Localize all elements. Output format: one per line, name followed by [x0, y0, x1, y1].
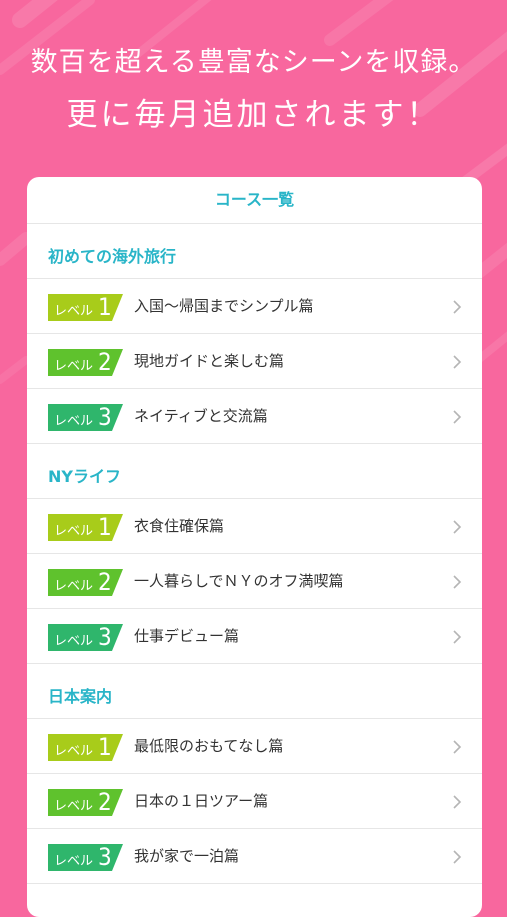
course-row[interactable]: レベル 1 衣食住確保篇: [27, 499, 482, 554]
level-badge: レベル 1: [48, 733, 123, 761]
level-badge-prefix: レベル: [54, 744, 94, 759]
headline-line-1: 数百を超える豊富なシーンを収録。: [30, 47, 477, 78]
course-row-label: 一人暮らしでＮＹのオフ満喫篇: [134, 572, 344, 590]
course-row[interactable]: レベル 3 仕事デビュー篇: [27, 609, 482, 664]
course-row[interactable]: レベル 3 我が家で一泊篇: [27, 829, 482, 884]
level-badge: レベル 3: [48, 843, 123, 871]
course-row-label: 最低限のおもてなし篇: [134, 737, 284, 755]
level-badge: レベル 2: [48, 568, 123, 596]
level-badge: レベル 3: [48, 623, 123, 651]
chevron-right-icon: [453, 519, 462, 534]
section-header: NYライフ: [27, 444, 482, 499]
chevron-right-icon: [453, 849, 462, 864]
course-row-label: 現地ガイドと楽しむ篇: [134, 352, 285, 370]
level-badge-prefix: レベル: [54, 799, 94, 814]
level-badge-prefix: レベル: [54, 304, 94, 319]
course-row-label: 我が家で一泊篇: [134, 847, 240, 865]
level-badge-prefix: レベル: [54, 579, 94, 594]
level-badge: レベル 1: [48, 513, 123, 541]
course-list-card: コース一覧 初めての海外旅行 レベル 1 入国〜帰国までシンプル篇 レベル 2 現地ガイドと…: [27, 177, 482, 917]
course-row-label: 入国〜帰国までシンプル篇: [134, 297, 314, 315]
headline-line-2: 更に毎月追加されます！: [66, 97, 441, 133]
level-badge-prefix: レベル: [54, 414, 94, 429]
level-badge: レベル 3: [48, 403, 123, 431]
level-badge-number: 3: [98, 843, 112, 871]
course-row[interactable]: レベル 1 入国〜帰国までシンプル篇: [27, 279, 482, 334]
section-header: 初めての海外旅行: [27, 224, 482, 279]
headline: 数百を超える豊富なシーンを収録。 更に毎月追加されます！: [0, 40, 507, 138]
level-badge-number: 3: [98, 623, 112, 651]
chevron-right-icon: [453, 739, 462, 754]
chevron-right-icon: [453, 409, 462, 424]
level-badge-number: 1: [98, 513, 112, 541]
course-row[interactable]: レベル 2 現地ガイドと楽しむ篇: [27, 334, 482, 389]
course-row[interactable]: レベル 3 ネイティブと交流篇: [27, 389, 482, 444]
chevron-right-icon: [453, 574, 462, 589]
level-badge: レベル 2: [48, 788, 123, 816]
chevron-right-icon: [453, 299, 462, 314]
course-row-label: 日本の１日ツアー篇: [134, 792, 269, 810]
course-sections: 初めての海外旅行 レベル 1 入国〜帰国までシンプル篇 レベル 2 現地ガイドと楽しむ篇 レベ…: [27, 224, 482, 884]
level-badge-number: 1: [98, 293, 112, 321]
section-header: 日本案内: [27, 664, 482, 719]
level-badge-number: 2: [98, 788, 112, 816]
level-badge-number: 2: [98, 348, 112, 376]
level-badge: レベル 2: [48, 348, 123, 376]
level-badge-number: 2: [98, 568, 112, 596]
chevron-right-icon: [453, 629, 462, 644]
level-badge-prefix: レベル: [54, 634, 94, 649]
level-badge: レベル 1: [48, 293, 123, 321]
level-badge-number: 1: [98, 733, 112, 761]
level-badge-prefix: レベル: [54, 854, 94, 869]
course-row-label: 衣食住確保篇: [134, 517, 225, 535]
course-row[interactable]: レベル 2 一人暮らしでＮＹのオフ満喫篇: [27, 554, 482, 609]
course-row-label: 仕事デビュー篇: [134, 627, 240, 645]
level-badge-prefix: レベル: [54, 359, 94, 374]
course-row[interactable]: レベル 1 最低限のおもてなし篇: [27, 719, 482, 774]
course-list-title: コース一覧: [27, 177, 482, 224]
course-row-label: ネイティブと交流篇: [134, 407, 268, 425]
chevron-right-icon: [453, 354, 462, 369]
chevron-right-icon: [453, 794, 462, 809]
level-badge-prefix: レベル: [54, 524, 94, 539]
level-badge-number: 3: [98, 403, 112, 431]
course-row[interactable]: レベル 2 日本の１日ツアー篇: [27, 774, 482, 829]
